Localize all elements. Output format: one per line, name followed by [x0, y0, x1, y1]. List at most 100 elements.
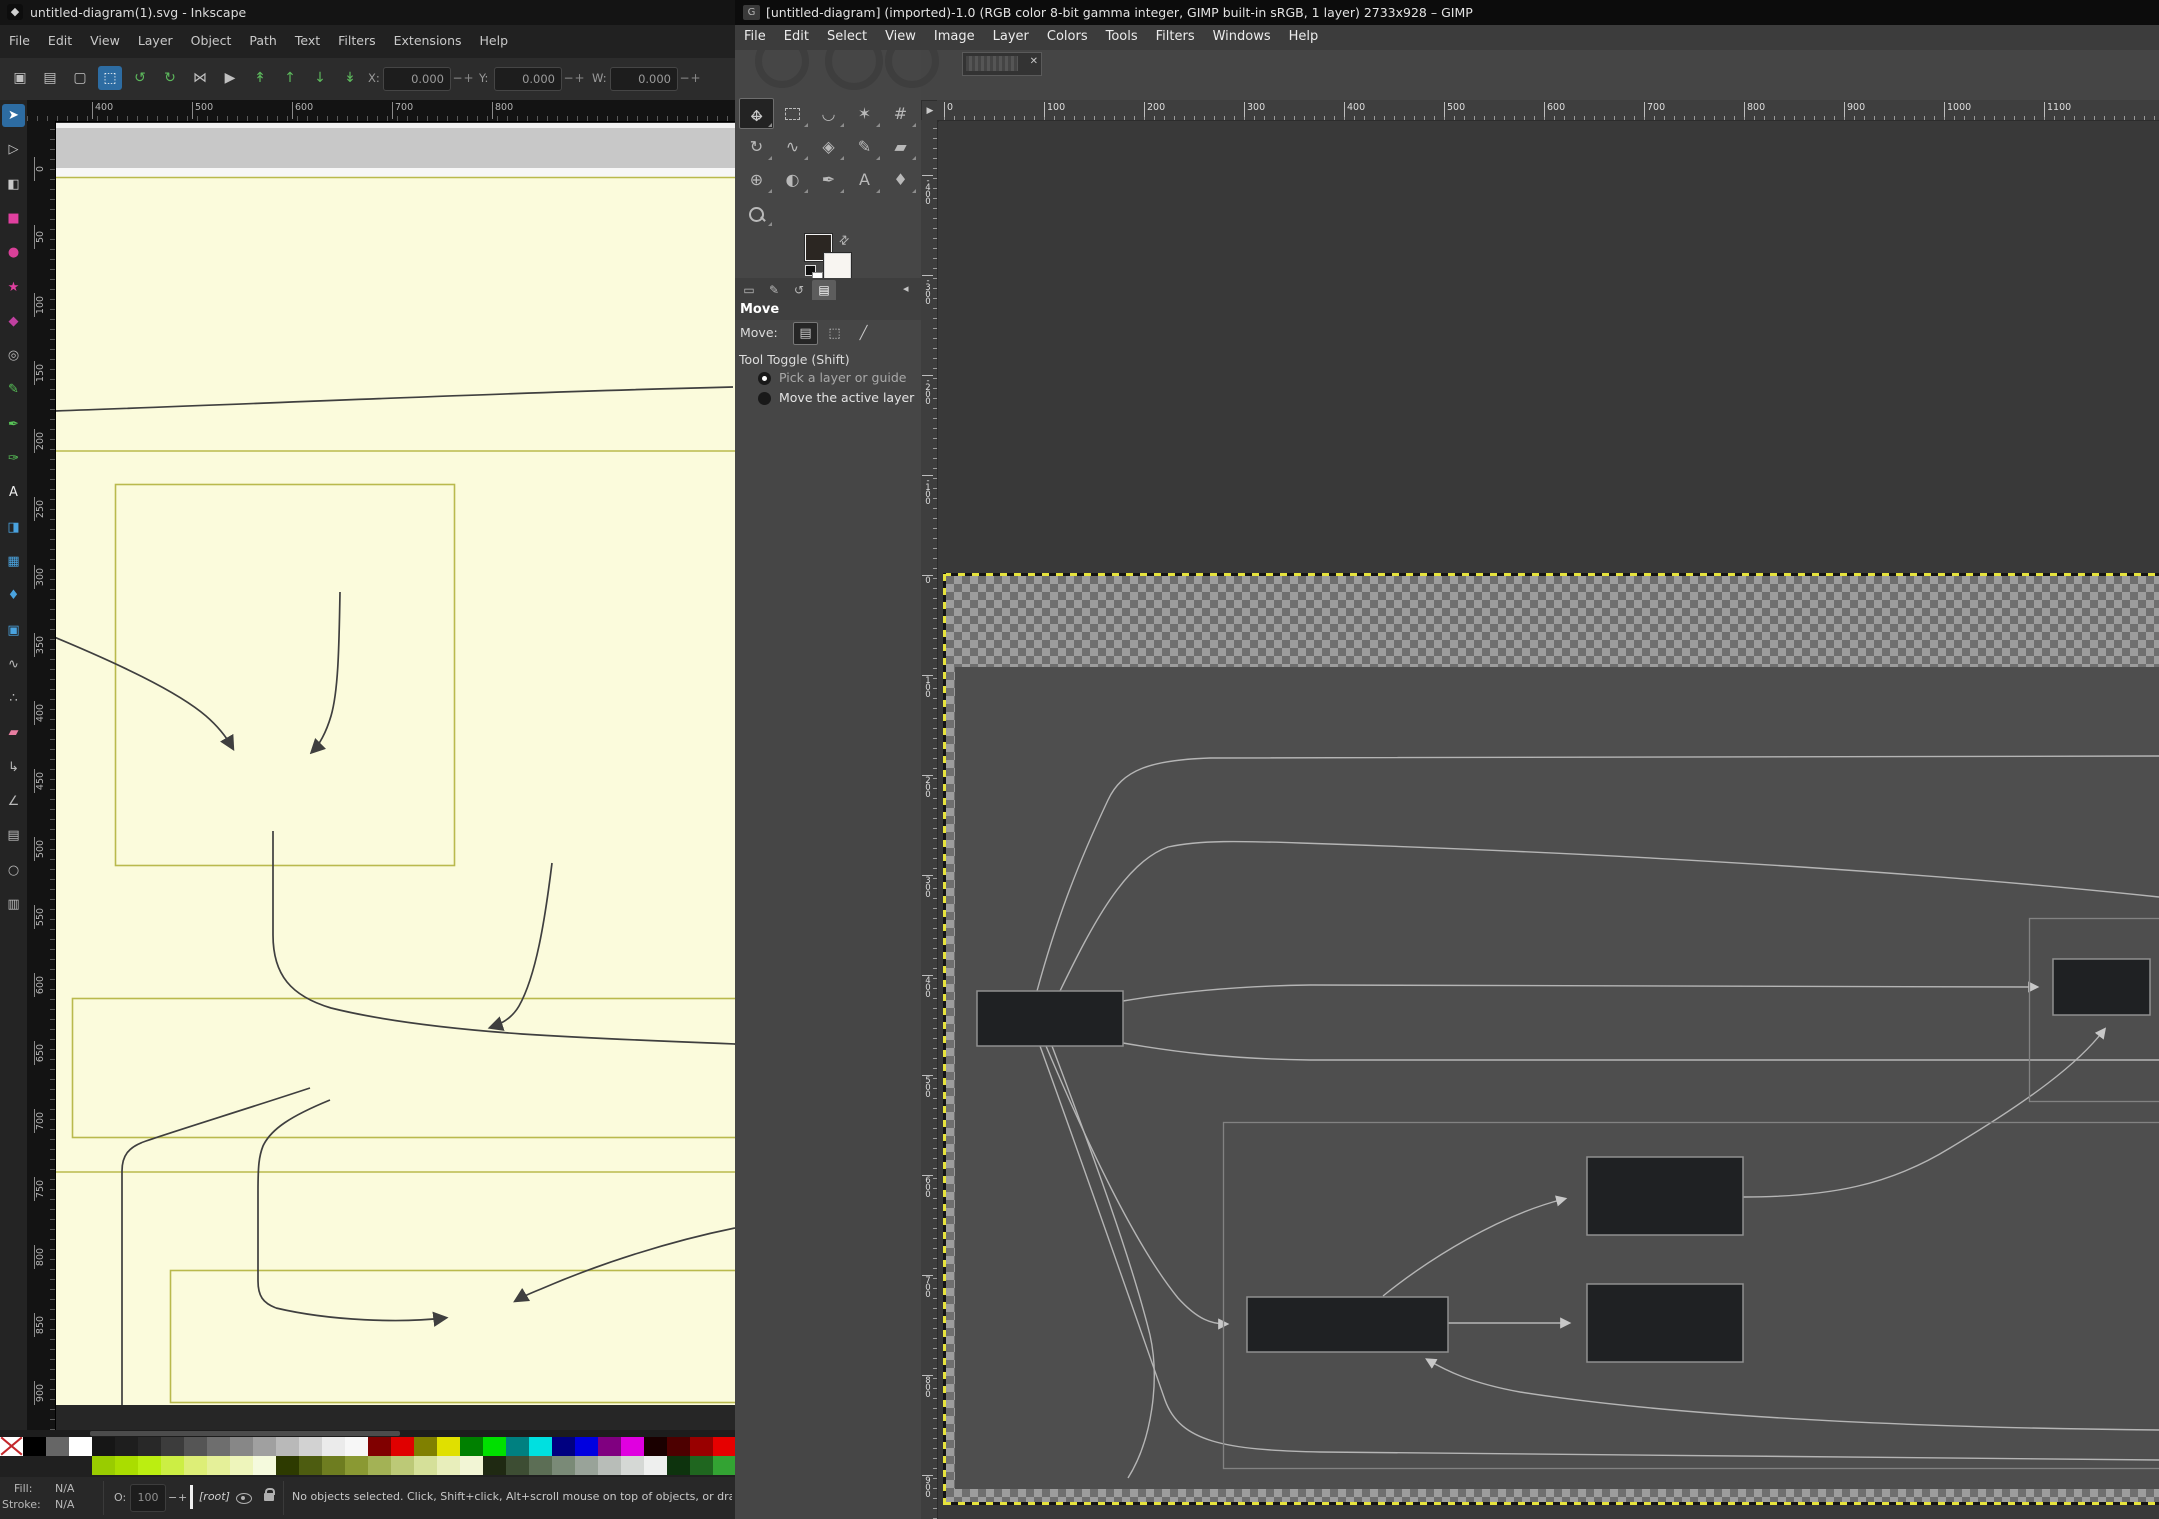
cmdbar-rotate-cw[interactable]: ↻: [158, 66, 182, 90]
gimp-tool-ink[interactable]: ✒: [811, 164, 846, 195]
palette-swatch-b9b9b9[interactable]: [276, 1437, 299, 1456]
menu-select[interactable]: Select: [818, 25, 876, 48]
palette-swatch-f2f5d5[interactable]: [460, 1456, 483, 1475]
palette-swatch-99cc00[interactable]: [92, 1456, 115, 1475]
palette-swatch-0d330d[interactable]: [667, 1456, 690, 1475]
menu-edit[interactable]: Edit: [775, 25, 818, 48]
menu-extensions[interactable]: Extensions: [385, 25, 471, 55]
palette-swatch-bbee11[interactable]: [138, 1456, 161, 1475]
gimp-vertical-ruler[interactable]: -400-300-200-100010020030040050060070080…: [921, 120, 938, 1519]
opacity-field[interactable]: 100: [130, 1484, 166, 1512]
menu-edit[interactable]: Edit: [39, 25, 81, 55]
palette-swatch-ebebeb[interactable]: [322, 1437, 345, 1456]
mode-move-path[interactable]: ╱: [851, 322, 876, 345]
layer-lock-icon[interactable]: [264, 1493, 274, 1501]
menu-object[interactable]: Object: [182, 25, 241, 55]
gimp-tool-move[interactable]: ↔↕: [739, 98, 774, 129]
menu-path[interactable]: Path: [240, 25, 285, 55]
palette-swatch-6e7d20[interactable]: [322, 1456, 345, 1475]
palette-swatch-800080[interactable]: [598, 1437, 621, 1456]
menu-layer[interactable]: Layer: [129, 25, 182, 55]
palette-swatch-99a399[interactable]: [575, 1456, 598, 1475]
tool-dropper[interactable]: ♦: [2, 584, 25, 607]
palette-swatch-3c3c3c[interactable]: [161, 1437, 184, 1456]
tool-shape-builder[interactable]: ◧: [2, 173, 25, 196]
palette-swatch-666666[interactable]: [46, 1437, 69, 1456]
palette-swatch-2d3a00[interactable]: [276, 1456, 299, 1475]
tool-box-3d[interactable]: ◆: [2, 310, 25, 333]
palette-swatch-008080[interactable]: [506, 1437, 529, 1456]
palette-swatch-282828[interactable]: [138, 1437, 161, 1456]
palette-swatch-1e1e1e[interactable]: [115, 1437, 138, 1456]
scrollbar-thumb[interactable]: [90, 1431, 400, 1436]
gimp-tool-smudge[interactable]: ◐: [775, 164, 810, 195]
x-plus-button[interactable]: +: [463, 67, 474, 89]
gimp-tool-transform[interactable]: ↻: [739, 131, 774, 162]
palette-swatch-e8eebb[interactable]: [437, 1456, 460, 1475]
cmdbar-deselect[interactable]: ▢: [68, 66, 92, 90]
palette-swatch-none[interactable]: [0, 1437, 23, 1456]
menu-help[interactable]: Help: [1280, 25, 1328, 48]
palette-swatch-4d0000[interactable]: [667, 1437, 690, 1456]
tool-node-editor[interactable]: ▷: [2, 138, 25, 161]
palette-swatch-d5d8d5[interactable]: [621, 1456, 644, 1475]
cmdbar-raise-to-top[interactable]: ↟: [248, 66, 272, 90]
palette-swatch-008000[interactable]: [460, 1437, 483, 1456]
dock-tab-tool-options[interactable]: ▭: [737, 280, 761, 300]
palette-swatch-3d4d33[interactable]: [506, 1456, 529, 1475]
gimp-tool-heal[interactable]: ⊕: [739, 164, 774, 195]
gimp-tool-text[interactable]: A: [847, 164, 882, 195]
tool-pen[interactable]: ✒: [2, 413, 25, 436]
inkscape-horizontal-scrollbar[interactable]: [0, 1430, 735, 1437]
tool-calligraphy[interactable]: ✑: [2, 447, 25, 470]
inkscape-vertical-ruler[interactable]: 0501001502002503003504004505005506006507…: [27, 121, 56, 1430]
y-field[interactable]: 0.000: [494, 67, 562, 91]
current-layer-indicator[interactable]: [root]: [199, 1490, 230, 1503]
tool-mesh[interactable]: ▦: [2, 550, 25, 573]
y-minus-button[interactable]: −: [563, 67, 574, 89]
fill-value[interactable]: N/A: [55, 1482, 74, 1495]
gimp-tool-color-picker[interactable]: ♦: [883, 164, 918, 195]
menu-text[interactable]: Text: [286, 25, 329, 55]
palette-swatch-800000[interactable]: [368, 1437, 391, 1456]
gimp-tool-free-select[interactable]: ◡: [811, 98, 846, 129]
menu-help[interactable]: Help: [471, 25, 518, 55]
tool-ellipse[interactable]: ●: [2, 241, 25, 264]
tool-pencil[interactable]: ✎: [2, 378, 25, 401]
tool-page[interactable]: ▤: [2, 824, 25, 847]
palette-swatch-e5f099[interactable]: [207, 1456, 230, 1475]
cmdbar-raise[interactable]: ↑: [278, 66, 302, 90]
menu-layer[interactable]: Layer: [984, 25, 1038, 48]
cmdbar-flip-horizontal[interactable]: ⋈: [188, 66, 212, 90]
palette-swatch-ccee44[interactable]: [161, 1456, 184, 1475]
palette-swatch-161616[interactable]: [92, 1437, 115, 1456]
palette-swatch-ddee77[interactable]: [184, 1456, 207, 1475]
layer-visibility-icon[interactable]: [236, 1493, 252, 1504]
palette-swatch-808000[interactable]: [414, 1437, 437, 1456]
palette-swatch-f7f7f7[interactable]: [345, 1437, 368, 1456]
y-plus-button[interactable]: +: [574, 67, 585, 89]
palette-swatch-a3b255[interactable]: [368, 1456, 391, 1475]
cmdbar-flip-vertical[interactable]: ▶: [218, 66, 242, 90]
gimp-titlebar[interactable]: G [untitled-diagram] (imported)-1.0 (RGB…: [735, 0, 2159, 25]
stroke-value[interactable]: N/A: [55, 1498, 74, 1511]
cmdbar-rotate-ccw[interactable]: ↺: [128, 66, 152, 90]
gimp-tool-zoom[interactable]: [739, 197, 774, 228]
menu-colors[interactable]: Colors: [1038, 25, 1097, 48]
palette-swatch-eef5bb[interactable]: [230, 1456, 253, 1475]
image-tab-close-icon[interactable]: ✕: [1030, 56, 1038, 67]
menu-file[interactable]: File: [735, 25, 775, 48]
palette-swatch-d2d2d2[interactable]: [299, 1437, 322, 1456]
palette-swatch-4d5c10[interactable]: [299, 1456, 322, 1475]
opacity-minus-button[interactable]: −: [168, 1491, 177, 1504]
inkscape-titlebar[interactable]: ◆ untitled-diagram(1).svg - Inkscape: [0, 0, 735, 25]
x-minus-button[interactable]: −: [452, 67, 463, 89]
palette-swatch-d5e099[interactable]: [414, 1456, 437, 1475]
menu-windows[interactable]: Windows: [1204, 25, 1280, 48]
palette-swatch-00e0e0[interactable]: [529, 1437, 552, 1456]
palette-swatch-000080[interactable]: [552, 1437, 575, 1456]
palette-swatch-6e6e6e[interactable]: [207, 1437, 230, 1456]
cmdbar-select-all[interactable]: ▣: [8, 66, 32, 90]
palette-swatch-33a333[interactable]: [713, 1456, 735, 1475]
inkscape-horizontal-ruler[interactable]: 400500600700800: [27, 100, 735, 122]
